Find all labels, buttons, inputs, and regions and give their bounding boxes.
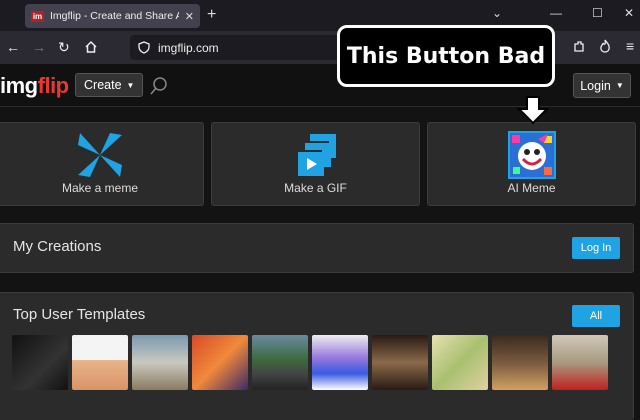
annotation-callout: This Button Bad [337,25,555,87]
chevron-down-icon[interactable]: ⌄ [492,6,502,20]
template-thumbnail[interactable] [372,335,428,390]
extensions-icon[interactable] [572,40,586,54]
tab-title: Imgflip - Create and Share Awe [50,10,179,22]
template-thumbnails [12,335,608,390]
login-button-my-creations[interactable]: Log In [572,237,620,259]
minimize-icon[interactable]: — [550,6,562,20]
down-arrow-icon [516,96,550,125]
login-label: Login [580,78,611,93]
logo-text-flip: flip [37,73,70,98]
my-creations-panel: My Creations Log In [0,223,634,273]
forward-icon[interactable]: → [32,39,46,55]
create-dropdown-button[interactable]: Create ▼ [75,73,144,97]
logo-text-img: img [0,73,38,98]
template-thumbnail[interactable] [132,335,188,390]
all-templates-button[interactable]: All [572,305,620,327]
templates-title: Top User Templates [13,306,146,323]
url-text: imgflip.com [158,40,219,55]
back-icon[interactable]: ← [6,39,20,55]
template-thumbnail[interactable] [192,335,248,390]
template-thumbnail[interactable] [312,335,368,390]
pinwheel-icon [78,133,122,177]
home-icon[interactable] [84,40,98,54]
close-tab-icon[interactable]: ✕ [185,10,194,23]
new-tab-icon[interactable]: + [207,6,216,24]
annotation-text: This Button Bad [346,43,546,69]
gif-stack-icon [295,134,336,176]
template-thumbnail[interactable] [72,335,128,390]
template-thumbnail[interactable] [12,335,68,390]
imgflip-logo[interactable]: imgflip [0,73,69,99]
my-creations-title: My Creations [13,238,102,255]
caret-down-icon: ▼ [126,80,135,90]
caret-down-icon: ▼ [615,81,624,90]
shield-icon [138,41,150,54]
ai-face-icon [507,131,556,179]
template-thumbnail[interactable] [552,335,608,390]
card-label: Make a GIF [284,181,347,195]
card-label: Make a meme [61,181,139,195]
template-thumbnail[interactable] [252,335,308,390]
firefox-flame-icon[interactable] [598,39,612,55]
template-thumbnail[interactable] [492,335,548,390]
template-thumbnail[interactable] [432,335,488,390]
card-label: AI Meme [507,181,556,195]
ai-meme-card[interactable]: AI Meme [427,122,636,206]
create-label: Create [84,78,122,92]
make-gif-card[interactable]: Make a GIF [211,122,420,206]
close-window-icon[interactable]: ✕ [624,6,634,20]
imgflip-favicon-icon: im [31,10,44,22]
menu-icon[interactable]: ≡ [626,38,634,54]
search-icon[interactable] [148,75,170,97]
browser-tab[interactable]: im Imgflip - Create and Share Awe ✕ [25,4,200,28]
maximize-icon[interactable]: ☐ [592,6,603,20]
login-button[interactable]: Login ▼ [573,73,631,98]
reload-icon[interactable]: ↻ [58,39,70,56]
make-meme-card[interactable]: Make a meme [0,122,204,206]
